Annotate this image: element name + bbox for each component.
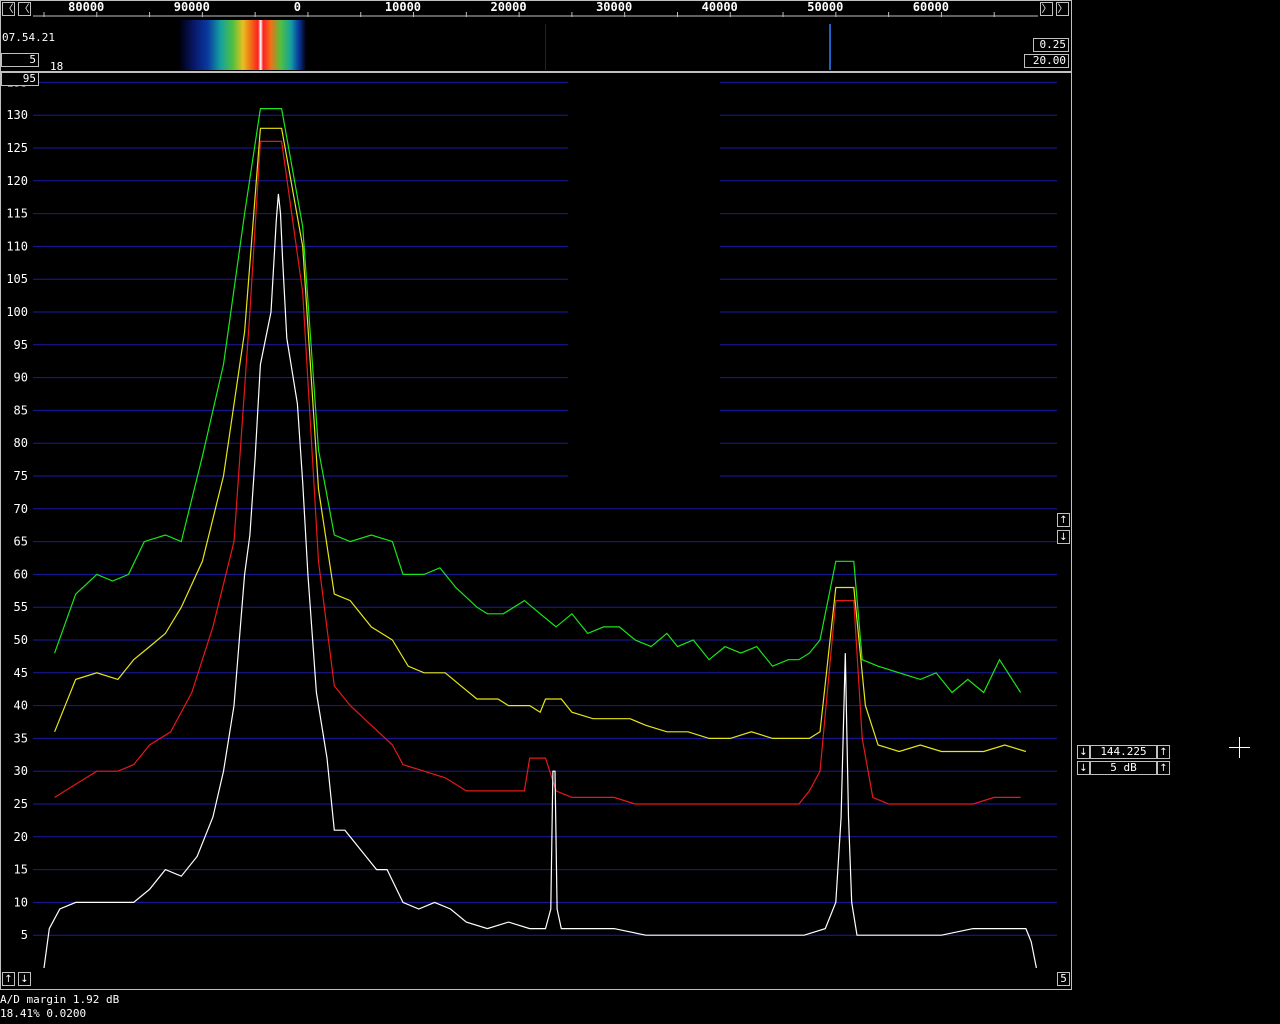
- y-tick-label: 60: [14, 567, 28, 581]
- occlusion-band: [568, 74, 720, 504]
- level-up-button[interactable]: ↑: [1057, 513, 1070, 527]
- right-value-box-1[interactable]: 0.25: [1033, 38, 1069, 52]
- freq-down-button[interactable]: ↓: [1077, 745, 1090, 759]
- arrow-up-icon: ↑: [1159, 763, 1168, 774]
- series-line-yellow: [54, 127, 1027, 753]
- arrow-down-icon: ↓: [1079, 747, 1088, 758]
- freq-tick-label: 20000: [490, 0, 526, 14]
- freq-tick-label: 90000: [174, 0, 210, 14]
- arrow-down-icon: ↓: [20, 974, 29, 985]
- y-tick-label: 100: [6, 305, 28, 319]
- y-tick-label: 5: [21, 928, 28, 942]
- y-tick-label: 130: [6, 108, 28, 122]
- arrow-down-icon: ↓: [1059, 532, 1068, 543]
- reference-level-box[interactable]: 95: [1, 72, 39, 86]
- y-tick-label: 40: [14, 699, 28, 713]
- y-tick-label: 90: [14, 371, 28, 385]
- y-tick-label: 120: [6, 174, 28, 188]
- series-line-green: [54, 108, 1022, 694]
- ad-margin-status: A/D margin 1.92 dB: [0, 993, 120, 1006]
- arrow-up-icon: ↑: [1159, 747, 1168, 758]
- freq-tick-label: 0: [294, 0, 301, 14]
- y-tick-label: 35: [14, 731, 28, 745]
- y-tick-label: 10: [14, 895, 28, 909]
- y-tick-label: 105: [6, 272, 28, 286]
- y-tick-label: 115: [6, 207, 28, 221]
- freq-tick-label: 40000: [702, 0, 738, 14]
- step-down-button[interactable]: ↓: [1077, 761, 1090, 775]
- y-tick-label: 80: [14, 436, 28, 450]
- frequency-box[interactable]: 144.225: [1090, 745, 1157, 759]
- level-down-button[interactable]: ↓: [1057, 530, 1070, 544]
- left-value-box[interactable]: 5: [1, 53, 39, 67]
- y-tick-label: 70: [14, 502, 28, 516]
- y-tick-label: 55: [14, 600, 28, 614]
- freq-tick-label: 30000: [596, 0, 632, 14]
- arrow-down-icon: ↓: [1079, 763, 1088, 774]
- waterfall-strip: [180, 20, 306, 70]
- bottom-up-button[interactable]: ↑: [2, 972, 15, 986]
- step-box[interactable]: 5 dB: [1090, 761, 1157, 775]
- time-label: 07.54.21: [2, 31, 55, 44]
- cpu-status: 18.41% 0.0200: [0, 1007, 87, 1020]
- series-line-red: [54, 140, 1021, 805]
- bottom-down-button[interactable]: ↓: [18, 972, 31, 986]
- arrow-up-icon: ↑: [4, 974, 13, 985]
- frequency-scale: 80000 90000 0 10000 20000 30000 40000 50000 6000…: [33, 0, 1038, 17]
- freq-tick-label: 60000: [913, 0, 949, 14]
- y-tick-label: 65: [14, 535, 28, 549]
- y-tick-label: 30: [14, 764, 28, 778]
- freq-tick-label: 50000: [807, 0, 843, 14]
- y-tick-label: 25: [14, 797, 28, 811]
- y-tick-label: 95: [14, 338, 28, 352]
- y-tick-label: 125: [6, 141, 28, 155]
- step-up-button[interactable]: ↑: [1157, 761, 1170, 775]
- right-value-box-2[interactable]: 20.00: [1024, 54, 1069, 68]
- y-tick-label: 110: [6, 239, 28, 253]
- y-tick-label: 20: [14, 830, 28, 844]
- freq-tick-label: 80000: [68, 0, 104, 14]
- waterfall-signal-2: [545, 24, 546, 70]
- crosshair-cursor-icon-v: [1239, 737, 1240, 758]
- y-tick-label: 50: [14, 633, 28, 647]
- y-tick-label: 85: [14, 403, 28, 417]
- arrow-up-icon: ↑: [1059, 515, 1068, 526]
- freq-up-button[interactable]: ↑: [1157, 745, 1170, 759]
- y-tick-label: 45: [14, 666, 28, 680]
- bottom-value-box[interactable]: 5: [1057, 972, 1070, 986]
- y-tick-label: 15: [14, 863, 28, 877]
- y-tick-label: 75: [14, 469, 28, 483]
- waterfall-signal: [829, 24, 831, 70]
- spectrum-chart: 5 10 15 20 25 30 35 40 45 50 55 60 65 70 75 80 85 90 95 100…: [6, 74, 1057, 969]
- freq-tick-label: 10000: [385, 0, 421, 14]
